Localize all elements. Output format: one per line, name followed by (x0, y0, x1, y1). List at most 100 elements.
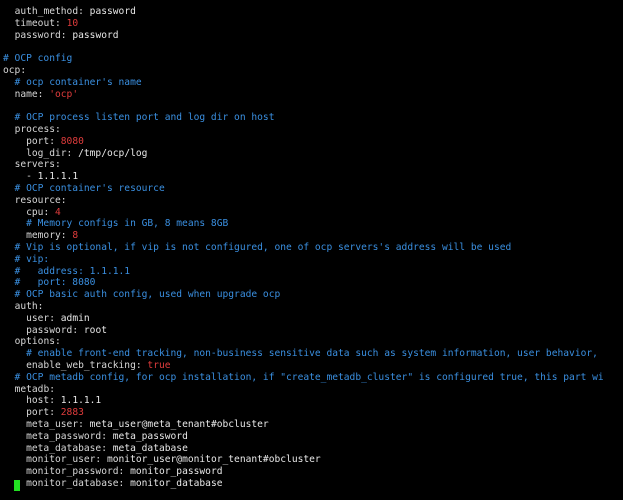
code-line: # port: 8080 (3, 277, 96, 289)
code-line: # OCP basic auth config, used when upgra… (3, 289, 281, 301)
code-line: # OCP config (3, 53, 72, 65)
code-line: log_dir: /tmp/ocp/log (26, 147, 148, 159)
yaml-key: port (26, 407, 50, 419)
code-comment: # Vip is optional, if vip is not configu… (3, 242, 512, 253)
yaml-key: meta_database (26, 442, 102, 454)
yaml-value: 8 (72, 230, 79, 242)
yaml-key: meta_user (26, 419, 79, 430)
code-comment: # enable front-end tracking, non-busines… (3, 348, 604, 360)
yaml-value: 2883 (60, 407, 84, 419)
code-line: options: (14, 336, 61, 348)
yaml-key: password (26, 324, 73, 336)
code-line: memory: 8 (26, 230, 79, 242)
code-comment: # OCP container's resource (3, 183, 165, 194)
code-line: # OCP container's resource (3, 183, 165, 195)
yaml-value: monitor_password (130, 466, 223, 478)
yaml-key: monitor_password (26, 466, 119, 478)
yaml-key: user (26, 312, 50, 324)
code-line: # Memory configs in GB, 8 means 8GB (3, 218, 228, 230)
code-line: password: password (14, 29, 119, 41)
code-line: meta_password: meta_password (26, 430, 188, 442)
code-line: # OCP process listen port and log dir on… (3, 112, 275, 124)
yaml-value: root (83, 324, 107, 336)
yaml-key: ocp (3, 65, 21, 76)
yaml-key: monitor_database (26, 478, 119, 489)
yaml-value: 10 (66, 17, 79, 29)
yaml-key: metadb (14, 383, 50, 395)
code-line: host: 1.1.1.1 (26, 395, 102, 407)
code-comment: # OCP metadb config, for ocp installatio… (3, 371, 604, 383)
code-line: # ocp container's name (3, 77, 142, 89)
yaml-key: password (14, 29, 61, 41)
yaml-value: meta_user@meta_tenant#obcluster (89, 419, 269, 430)
code-line: - 1.1.1.1 (3, 171, 78, 183)
yaml-value: meta_database (112, 442, 188, 454)
yaml-key: memory (26, 230, 61, 242)
code-line: servers: (14, 159, 61, 171)
yaml-value: true (147, 360, 171, 371)
code-line: user: admin (26, 312, 90, 324)
code-line: resource: (14, 194, 67, 206)
code-line: monitor_database: monitor_database (26, 478, 223, 489)
code-line: process: (14, 124, 61, 135)
yaml-key: enable_web_tracking (26, 360, 136, 371)
code-line: metadb: (14, 383, 55, 395)
code-line: # enable front-end tracking, non-busines… (3, 348, 604, 360)
yaml-value: 1.1.1.1 (60, 395, 102, 407)
yaml-value: 1.1.1.1 (37, 171, 79, 183)
code-line: timeout: 10 (14, 17, 79, 29)
code-line: auth: (14, 301, 44, 312)
code-comment: # address: 1.1.1.1 (3, 265, 131, 277)
code-line: name: 'ocp' (14, 88, 79, 100)
yaml-key: log_dir (26, 147, 67, 159)
code-line: # address: 1.1.1.1 (3, 265, 131, 278)
text-cursor (14, 480, 20, 491)
code-line: enable_web_tracking: true (26, 360, 171, 371)
yaml-value: password (72, 29, 119, 41)
list-dash: - (26, 171, 38, 183)
yaml-value: monitor_user@monitor_tenant#obcluster (106, 454, 321, 466)
code-line: monitor_user: monitor_user@monitor_tenan… (26, 454, 321, 466)
code-comment: # OCP config (3, 53, 73, 65)
yaml-value: monitor_database (130, 478, 223, 489)
yaml-key: cpu (26, 206, 44, 218)
code-line: monitor_password: monitor_password (26, 466, 223, 478)
code-line: meta_user: meta_user@meta_tenant#obclust… (26, 419, 269, 430)
yaml-value: meta_password (112, 430, 188, 442)
code-comment: # OCP process listen port and log dir on… (3, 112, 275, 124)
yaml-key: name (14, 88, 38, 100)
code-line: # Vip is optional, if vip is not configu… (3, 242, 512, 254)
yaml-key: port (26, 135, 50, 147)
code-line: password: root (26, 324, 107, 336)
yaml-key: resource (14, 194, 61, 206)
yaml-key: auth_method (14, 6, 79, 17)
yaml-key: timeout (14, 17, 55, 29)
code-comment: # vip: (3, 253, 50, 265)
code-line: cpu: 4 (26, 206, 61, 218)
yaml-key: servers (14, 159, 55, 171)
code-line: port: 8080 (26, 135, 84, 147)
terminal-window[interactable]: auth_method: password timeout: 10 passwo… (0, 0, 623, 500)
code-line: # OCP metadb config, for ocp installatio… (3, 372, 604, 384)
yaml-value: password (89, 6, 136, 17)
yaml-key: options (14, 336, 55, 348)
yaml-value: 4 (55, 206, 61, 218)
yaml-key: host (26, 395, 50, 407)
code-comment: # ocp container's name (3, 76, 142, 88)
yaml-key: monitor_user (26, 454, 96, 466)
code-line: port: 2883 (26, 407, 84, 419)
yaml-value: admin (60, 312, 90, 324)
code-comment: # OCP basic auth config, used when upgra… (3, 289, 281, 301)
yaml-key: process (14, 124, 55, 135)
code-line: # vip: (3, 253, 50, 266)
code-line: auth_method: password (14, 6, 136, 17)
yaml-key: meta_password (26, 430, 102, 442)
code-comment: # Memory configs in GB, 8 means 8GB (3, 218, 229, 230)
yaml-value: /tmp/ocp/log (78, 147, 148, 159)
code-comment: # port: 8080 (3, 277, 96, 289)
yaml-value: 8080 (60, 135, 84, 147)
yaml-value: 'ocp' (49, 88, 79, 100)
code-line: meta_database: meta_database (26, 442, 188, 454)
yaml-key: auth (14, 301, 38, 312)
code-line: ocp: (3, 65, 27, 76)
